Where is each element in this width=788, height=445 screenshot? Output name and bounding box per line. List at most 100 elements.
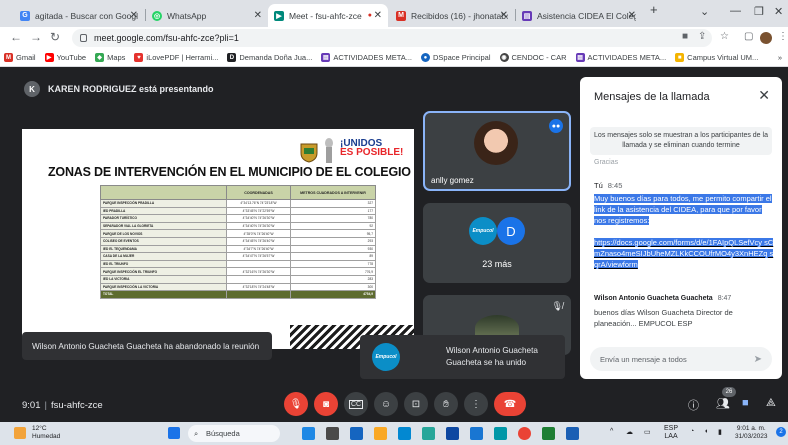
participant-tile-anlly-gomez[interactable]: ●● anlly gomez xyxy=(423,111,571,191)
browser-tab-whatsapp[interactable]: ◎ WhatsApp ✕ xyxy=(146,4,268,27)
store-icon[interactable] xyxy=(398,427,411,440)
more-bookmarks-button[interactable]: » xyxy=(778,53,782,62)
profile-avatar[interactable] xyxy=(760,32,772,44)
info-icon[interactable]: ⓘ xyxy=(688,397,699,413)
table-row: CASA DE LA MUJER 4°34'47"N 74°26'57"W 89 xyxy=(100,252,376,261)
search-label: Búsqueda xyxy=(206,429,240,438)
widgets-icon[interactable] xyxy=(326,427,339,440)
onedrive-icon[interactable]: ☁ xyxy=(626,428,633,436)
close-icon[interactable]: ✕ xyxy=(758,87,770,104)
browser-tab-google[interactable]: G agitada - Buscar con Google ✕ xyxy=(14,4,144,27)
bookmark-maps[interactable]: ◆ Maps xyxy=(95,53,125,62)
word-icon[interactable] xyxy=(566,427,579,440)
browser-tab-meet[interactable]: ▶ Meet - fsu-ahfc-zce ● ✕ xyxy=(268,4,388,27)
task-view-icon[interactable] xyxy=(302,427,315,440)
bookmark-demanda[interactable]: D Demanda Doña Jua... xyxy=(227,53,312,62)
table-header-row: COORDENADAS METROS CUADRADOS A INTERVENI… xyxy=(100,185,376,200)
tray-chevron-icon[interactable]: ^ xyxy=(610,428,613,435)
taskbar-clock[interactable]: 9:01 a. m. 31/03/2023 xyxy=(735,425,768,441)
close-tab-icon[interactable]: ✕ xyxy=(374,10,382,21)
close-tab-icon[interactable]: ✕ xyxy=(628,10,636,21)
windows-start-icon[interactable] xyxy=(168,427,180,439)
close-tab-icon[interactable]: ✕ xyxy=(500,10,508,21)
send-icon[interactable]: ➤ xyxy=(754,354,762,365)
bookmark-label: Campus Virtual UM... xyxy=(687,53,759,62)
table-cell: PARADOR TURÍSTICO xyxy=(100,214,227,223)
forms-icon: ▤ xyxy=(321,53,331,62)
selected-text: Muy buenos días para todos, me permito c… xyxy=(594,194,772,225)
people-icon[interactable]: 👥︎ xyxy=(716,397,730,410)
raise-hand-button[interactable]: ✋︎ xyxy=(434,392,458,416)
clock-time: 9:01 a. m. xyxy=(736,425,766,432)
cendoc-icon: ◉ xyxy=(499,53,509,62)
restore-button[interactable]: ❐ xyxy=(754,5,764,18)
browser-tab-forms[interactable]: ▤ Asistencia CIDEA El Colegio ✕ xyxy=(516,4,642,27)
browser-tab-gmail[interactable]: M Recibidos (16) - jhonatabo ✕ xyxy=(390,4,514,27)
tab-search-chevron-icon[interactable]: ⌄ xyxy=(700,5,709,18)
taskbar-search[interactable]: ⌕ Búsqueda xyxy=(188,425,280,442)
wifi-icon[interactable]: ◔ xyxy=(690,428,694,435)
file-explorer-icon[interactable] xyxy=(374,427,387,440)
total-value: 4754,9 xyxy=(290,290,376,299)
table-cell: 4°34'45"N 74°26'40"W xyxy=(226,236,291,246)
battery-status-icon[interactable]: ▮ xyxy=(718,428,722,436)
new-tab-button[interactable]: + xyxy=(650,2,658,17)
bookmark-actividades-1[interactable]: ▤ ACTIVIDADES META... xyxy=(321,53,412,62)
weather-widget[interactable]: 12°C Humedad xyxy=(14,425,60,441)
forward-arrow-icon[interactable]: → xyxy=(30,30,42,44)
bookmark-dspace[interactable]: ● DSpace Principal xyxy=(420,53,491,62)
bookmark-actividades-2[interactable]: ▤ ACTIVIDADES META... xyxy=(575,53,666,62)
camera-icon[interactable]: ■ xyxy=(682,31,688,42)
present-button[interactable]: ⊡ xyxy=(404,392,428,416)
emoji-button[interactable]: ☺ xyxy=(374,392,398,416)
volume-icon[interactable]: ◖ xyxy=(704,428,708,435)
edge-icon[interactable] xyxy=(350,427,363,440)
minimize-button[interactable]: — xyxy=(730,5,741,17)
share-icon[interactable]: ⇪ xyxy=(698,31,706,42)
camera-toggle-button[interactable]: ◙ xyxy=(314,392,338,416)
reload-icon[interactable]: ↻ xyxy=(50,30,60,44)
url-input[interactable]: meet.google.com/fsu-ahfc-zce?pli=1 xyxy=(72,29,712,47)
battery-icon[interactable]: ▭ xyxy=(644,428,651,436)
close-tab-icon[interactable]: ✕ xyxy=(130,10,138,21)
close-tab-icon[interactable]: ✕ xyxy=(254,10,262,21)
chrome-icon[interactable] xyxy=(518,427,531,440)
table-cell: 4°32'16"N 74°26'30"W xyxy=(226,267,291,276)
more-options-button[interactable]: ⋮ xyxy=(464,392,488,416)
meeting-info: 9:01 | fsu-ahfc-zce xyxy=(22,400,103,411)
menu-dots-icon[interactable]: ⋮ xyxy=(778,31,788,42)
meeting-time: 9:01 xyxy=(22,400,41,411)
table-header: COORDENADAS xyxy=(226,185,291,200)
language-code: ESP xyxy=(664,425,679,432)
more-dots-icon: ⋮ xyxy=(471,398,481,410)
chat-icon[interactable]: ■ xyxy=(742,397,749,409)
chat-message-input[interactable]: Envía un mensaje a todos ➤ xyxy=(590,347,772,371)
bookmark-ilovepdf[interactable]: ♥ iLovePDF | Herrami... xyxy=(134,53,218,62)
activities-icon[interactable]: ⟁ xyxy=(766,397,776,410)
language-indicator[interactable]: ESP LAA xyxy=(664,425,678,441)
mic-toggle-button[interactable]: 🎙︎ xyxy=(284,392,308,416)
leave-call-button[interactable]: ☎ xyxy=(494,392,526,416)
back-arrow-icon[interactable]: ← xyxy=(10,30,22,44)
bookmark-gmail[interactable]: M Gmail xyxy=(4,53,36,62)
bookmark-cendoc[interactable]: ◉ CENDOC - CAR xyxy=(499,53,567,62)
excel-icon[interactable] xyxy=(542,427,555,440)
tab-title: Meet - fsu-ahfc-zce xyxy=(289,10,362,21)
sidebar-icon[interactable]: ▢ xyxy=(744,31,753,42)
table-cell: 95,7 xyxy=(290,229,376,238)
bookmark-youtube[interactable]: ▶ YouTube xyxy=(44,53,86,62)
notification-badge[interactable]: 2 xyxy=(776,427,786,437)
gmail-icon: M xyxy=(4,53,13,62)
table-row: IED EL TEQUENDAMA 4°34'7"N 74°26'40"W 930 xyxy=(100,244,376,254)
star-icon[interactable]: ☆ xyxy=(720,31,729,42)
bookmark-campus[interactable]: ■ Campus Virtual UM... xyxy=(675,53,758,62)
close-window-button[interactable]: ✕ xyxy=(774,5,783,18)
teams-icon[interactable] xyxy=(470,427,483,440)
participant-tile-more[interactable]: Empucol D 23 más xyxy=(423,203,571,283)
outlook-icon[interactable] xyxy=(446,427,459,440)
mail-icon[interactable] xyxy=(422,427,435,440)
chat-message-link[interactable]: https://docs.google.com/forms/d/e/1FAIpQ… xyxy=(594,237,774,270)
app-icon[interactable] xyxy=(494,427,507,440)
table-cell: PARQUE INSPECCIÓN EL TRIUNFO xyxy=(100,267,227,276)
captions-button[interactable]: CC xyxy=(344,392,368,416)
